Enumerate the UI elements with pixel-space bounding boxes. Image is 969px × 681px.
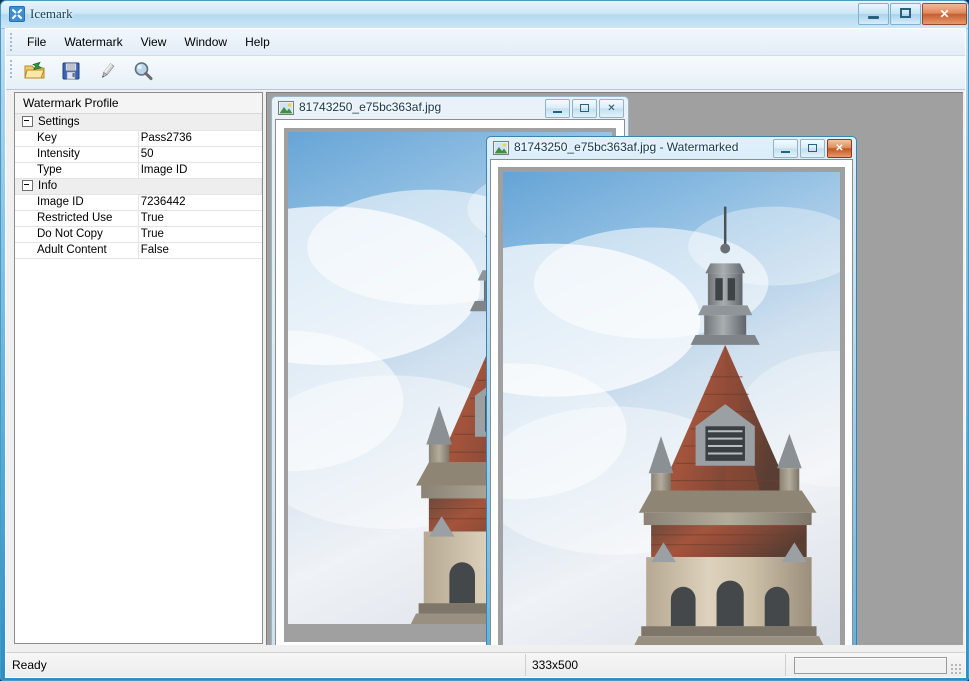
collapse-expander-icon[interactable] [22,116,33,128]
table-row[interactable]: Do Not Copy True [15,226,262,243]
pen-icon [97,61,117,84]
row-label-adult-content: Adult Content [15,242,139,259]
title-bar: Icemark ✕ [1,1,968,29]
table-row[interactable]: Image ID 7236442 [15,194,262,211]
window-caption-buttons: ✕ [858,3,967,25]
row-value-type[interactable]: Image ID [138,162,262,179]
watermark-profile-panel: Watermark Profile Settings Key Pass2736 [14,92,263,644]
child-close-button-watermarked[interactable]: ✕ [827,139,852,158]
child-caption-buttons-watermarked: ✕ [773,139,852,158]
image-viewport-watermarked[interactable] [498,167,845,645]
toolbar-gripper[interactable] [9,59,13,79]
child-window-watermarked[interactable]: 81743250_e75bc363af.jpg - Watermarked ✕ [486,136,857,645]
row-value-adult-content[interactable]: False [138,242,262,259]
app-logo-icon [9,6,25,22]
row-value-key[interactable]: Pass2736 [138,130,262,147]
group-row-info[interactable]: Info [15,178,262,195]
detect-watermark-button[interactable] [128,58,158,88]
workspace: Watermark Profile Settings Key Pass2736 [6,90,965,659]
close-button[interactable]: ✕ [922,3,967,25]
save-floppy-icon [61,61,81,84]
table-row[interactable]: Adult Content False [15,242,262,259]
row-value-restricted-use[interactable]: True [138,210,262,227]
menu-list: File Watermark View Window Help [6,29,965,55]
row-label-key: Key [15,130,139,147]
row-label-restricted-use: Restricted Use [15,210,139,227]
menu-item-window[interactable]: Window [175,29,236,55]
child-close-button-original[interactable]: ✕ [599,99,624,118]
toolbar [6,56,965,90]
image-file-icon [493,140,509,156]
image-file-icon [278,100,294,116]
row-value-image-id[interactable]: 7236442 [138,194,262,211]
table-row[interactable]: Intensity 50 [15,146,262,163]
row-label-do-not-copy: Do Not Copy [15,226,139,243]
status-dimensions: 333x500 [526,654,786,676]
app-title: Icemark [30,6,73,21]
child-minimize-button-original[interactable] [545,99,570,118]
child-title-bar-original: 81743250_e75bc363af.jpg ✕ [272,97,628,119]
open-button[interactable] [20,58,50,88]
open-folder-icon [24,61,46,84]
status-message: Ready [6,654,526,676]
menu-item-view[interactable]: View [132,29,176,55]
group-label-settings: Settings [15,114,262,131]
embed-watermark-button[interactable] [92,58,122,88]
row-label-image-id: Image ID [15,194,139,211]
child-title-text-watermarked: 81743250_e75bc363af.jpg - Watermarked [514,140,739,154]
child-maximize-button-watermarked[interactable] [800,139,825,158]
row-label-intensity: Intensity [15,146,139,163]
save-button[interactable] [56,58,86,88]
group-label-info: Info [15,178,262,195]
profile-grid: Settings Key Pass2736 Intensity 50 Type … [15,114,262,259]
menu-item-watermark[interactable]: Watermark [55,29,131,55]
panel-title: Watermark Profile [15,93,262,114]
status-progress-area [786,656,965,674]
resize-grip[interactable] [950,663,962,675]
menu-gripper[interactable] [9,32,13,52]
child-client-watermarked [490,159,853,645]
menu-item-file[interactable]: File [18,29,55,55]
minimize-button[interactable] [858,3,889,25]
photo-watermarked [503,172,840,645]
menu-bar: File Watermark View Window Help [6,29,965,56]
row-label-type: Type [15,162,139,179]
table-row[interactable]: Restricted Use True [15,210,262,227]
table-row[interactable]: Key Pass2736 [15,130,262,147]
progress-bar [794,656,947,674]
child-minimize-button-watermarked[interactable] [773,139,798,158]
child-title-bar-watermarked: 81743250_e75bc363af.jpg - Watermarked ✕ [487,137,856,159]
child-maximize-button-original[interactable] [572,99,597,118]
status-bar: Ready 333x500 [6,652,965,677]
child-caption-buttons-original: ✕ [545,99,624,118]
child-title-text-original: 81743250_e75bc363af.jpg [299,100,442,114]
collapse-expander-icon[interactable] [22,180,33,192]
row-value-do-not-copy[interactable]: True [138,226,262,243]
row-value-intensity[interactable]: 50 [138,146,262,163]
main-window: Icemark ✕ File Watermark View Window Hel… [0,0,969,681]
table-row[interactable]: Type Image ID [15,162,262,179]
magnifier-icon [133,61,153,84]
maximize-button[interactable] [890,3,921,25]
client-area: File Watermark View Window Help Watermar… [5,28,966,678]
mdi-client-area: 81743250_e75bc363af.jpg ✕ 81743250_e75bc… [266,92,963,645]
group-row-settings[interactable]: Settings [15,114,262,131]
menu-item-help[interactable]: Help [236,29,279,55]
